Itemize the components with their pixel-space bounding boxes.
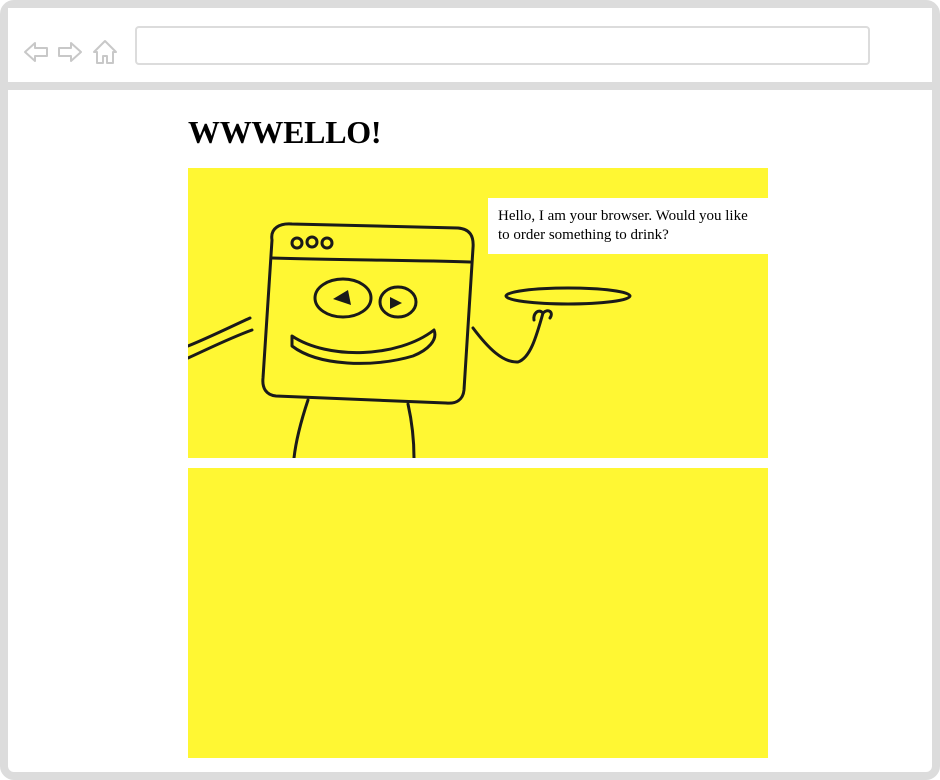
browser-window: WWWELLO! Hello, I am your browser. Would… (0, 0, 940, 780)
comic-panel-1: Hello, I am your browser. Would you like… (188, 168, 768, 458)
home-icon[interactable] (91, 38, 119, 66)
browser-toolbar (8, 8, 932, 90)
speech-bubble: Hello, I am your browser. Would you like… (488, 198, 768, 254)
comic-panel-2 (188, 468, 768, 758)
forward-arrow-icon[interactable] (56, 38, 84, 66)
page-title: WWWELLO! (188, 114, 382, 150)
back-arrow-icon[interactable] (22, 38, 50, 66)
address-bar[interactable] (135, 26, 870, 65)
